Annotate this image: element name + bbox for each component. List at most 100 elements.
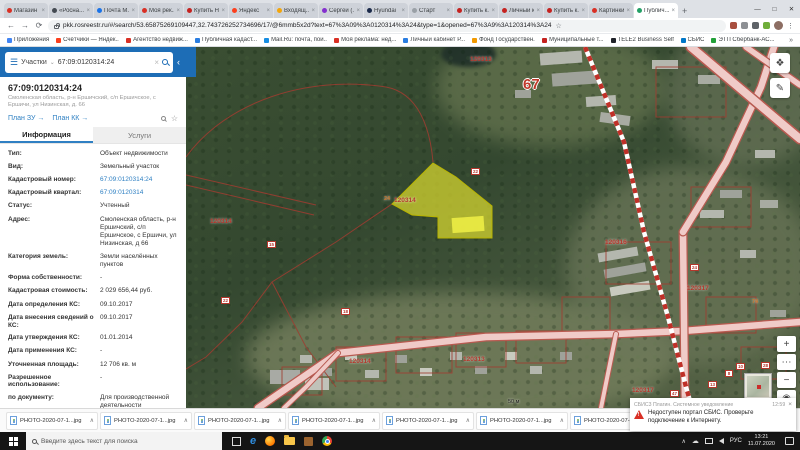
- extension-icon[interactable]: [730, 22, 737, 29]
- chevron-up-icon[interactable]: ∧: [90, 417, 94, 424]
- display-icon[interactable]: [705, 438, 713, 444]
- tab-close-icon[interactable]: ×: [311, 8, 315, 14]
- close-button[interactable]: ✕: [783, 5, 800, 13]
- taskbar-search[interactable]: Введите здесь текст для поиска: [26, 432, 222, 450]
- zoom-more-button[interactable]: ⋯: [777, 354, 796, 370]
- tab-close-icon[interactable]: ×: [446, 8, 450, 14]
- tab-close-icon[interactable]: ×: [266, 8, 270, 14]
- map-tools-button[interactable]: ❖: [770, 53, 790, 73]
- minimize-button[interactable]: —: [749, 6, 766, 13]
- browser-tab[interactable]: «Росна... ×: [49, 3, 93, 18]
- measure-button[interactable]: ✎: [770, 78, 790, 98]
- clear-search-icon[interactable]: ×: [154, 58, 159, 67]
- browser-tab[interactable]: Входящ... ×: [274, 3, 318, 18]
- browser-tab[interactable]: Публич... ×: [634, 3, 678, 18]
- speaker-icon[interactable]: [719, 438, 724, 444]
- panel-tab[interactable]: Информация: [0, 127, 93, 143]
- browser-tab[interactable]: Купить к... ×: [544, 3, 588, 18]
- bookmark-item[interactable]: ЭТП Сбербанк-АС...: [711, 37, 774, 43]
- chrome-icon[interactable]: [322, 436, 332, 446]
- tab-close-icon[interactable]: ×: [176, 8, 180, 14]
- tab-close-icon[interactable]: ×: [131, 8, 135, 14]
- browser-tab[interactable]: Старт ×: [409, 3, 453, 18]
- bookmark-item[interactable]: Фонд Государствен...: [472, 37, 535, 43]
- tab-close-icon[interactable]: ×: [671, 8, 675, 14]
- tab-close-icon[interactable]: ×: [86, 8, 90, 14]
- bookmark-item[interactable]: Публичная кадаст...: [195, 37, 257, 43]
- bookmarks-overflow-icon[interactable]: »: [789, 37, 793, 44]
- bookmark-item[interactable]: Личный кабинет Р...: [403, 37, 465, 43]
- bookmark-item[interactable]: Приложения: [7, 37, 49, 43]
- tab-close-icon[interactable]: ×: [491, 8, 495, 14]
- bookmark-item[interactable]: Счётчики — Яндек...: [56, 37, 119, 43]
- forward-button[interactable]: →: [20, 21, 30, 30]
- task-view-icon[interactable]: [232, 437, 241, 446]
- search-icon[interactable]: [162, 59, 168, 65]
- map-canvas[interactable]: 67 120313 24 120314 120314 120314 120313…: [186, 47, 800, 408]
- browser-tab[interactable]: Личный к... ×: [499, 3, 543, 18]
- tab-close-icon[interactable]: ×: [626, 8, 630, 14]
- start-button[interactable]: [0, 432, 26, 450]
- new-tab-button[interactable]: +: [682, 6, 687, 18]
- tray-chevron-icon[interactable]: ∧: [681, 438, 685, 445]
- notification-popup[interactable]: СБИС3 Плагин. Системное уведомление 12:5…: [630, 398, 796, 431]
- search-box[interactable]: ☰ Участки ⌄ 67:09:0120314:24 ×: [5, 52, 173, 73]
- browser-tab[interactable]: Сергей (... ×: [319, 3, 363, 18]
- collapse-panel-icon[interactable]: ‹: [177, 57, 180, 67]
- profile-avatar[interactable]: [774, 21, 783, 30]
- bookmark-item[interactable]: TELE2 Business Self...: [611, 37, 674, 43]
- browser-tab[interactable]: Яндекс ×: [229, 3, 273, 18]
- menu-icon[interactable]: ☰: [10, 57, 18, 68]
- bookmark-item[interactable]: Агентство недвиж...: [126, 37, 188, 43]
- action-center-icon[interactable]: [785, 437, 794, 445]
- firefox-icon[interactable]: [265, 436, 275, 446]
- plan-link[interactable]: План КК →: [52, 115, 88, 122]
- download-chip[interactable]: PHOTO-2020-07-1...jpg ∧: [476, 412, 568, 430]
- extension-icon[interactable]: [752, 22, 759, 29]
- chevron-up-icon[interactable]: ∧: [372, 417, 376, 424]
- search-category-select[interactable]: Участки: [21, 59, 47, 66]
- browser-menu-icon[interactable]: ⋮: [787, 22, 794, 30]
- tab-close-icon[interactable]: ×: [356, 8, 360, 14]
- extension-icon[interactable]: [741, 22, 748, 29]
- store-icon[interactable]: [304, 437, 313, 446]
- tab-close-icon[interactable]: ×: [581, 8, 585, 14]
- overview-minimap[interactable]: [744, 373, 772, 400]
- zoom-to-parcel-icon[interactable]: [161, 116, 166, 121]
- extension-icon[interactable]: [763, 22, 770, 29]
- download-chip[interactable]: PHOTO-2020-07-1...jpg ∧: [100, 412, 192, 430]
- chevron-up-icon[interactable]: ∧: [278, 417, 282, 424]
- chevron-up-icon[interactable]: ∧: [184, 417, 188, 424]
- file-explorer-icon[interactable]: [284, 437, 295, 445]
- browser-tab[interactable]: Почта М... ×: [94, 3, 138, 18]
- language-indicator[interactable]: РУС: [730, 438, 742, 444]
- browser-tab[interactable]: Картинки ×: [589, 3, 633, 18]
- tab-close-icon[interactable]: ×: [221, 8, 225, 14]
- favorite-star-icon[interactable]: ☆: [171, 114, 178, 123]
- download-chip[interactable]: PHOTO-2020-07-1...jpg ∧: [194, 412, 286, 430]
- panel-tab[interactable]: Услуги: [93, 127, 186, 143]
- url-box[interactable]: pkk.rosreestr.ru/#/search/53.65875269109…: [48, 20, 726, 32]
- chevron-up-icon[interactable]: ∧: [560, 417, 564, 424]
- browser-tab[interactable]: Купить к... ×: [454, 3, 498, 18]
- download-chip[interactable]: PHOTO-2020-07-1...jpg ∧: [382, 412, 474, 430]
- tab-close-icon[interactable]: ×: [41, 8, 45, 14]
- chevron-up-icon[interactable]: ∧: [466, 417, 470, 424]
- back-button[interactable]: ←: [6, 21, 16, 30]
- zoom-in-button[interactable]: +: [777, 336, 796, 352]
- browser-tab[interactable]: Hyundai ×: [364, 3, 408, 18]
- zoom-out-button[interactable]: −: [777, 372, 796, 388]
- reload-button[interactable]: ⟳: [34, 21, 44, 30]
- bookmark-star-icon[interactable]: ☆: [556, 22, 562, 30]
- plan-link[interactable]: План ЗУ →: [8, 115, 44, 122]
- close-icon[interactable]: ×: [788, 401, 792, 408]
- bookmark-item[interactable]: Моя реклама: нед...: [334, 37, 396, 43]
- download-chip[interactable]: PHOTO-2020-07-1...jpg ∧: [288, 412, 380, 430]
- browser-tab[interactable]: Моя рек... ×: [139, 3, 183, 18]
- onedrive-cloud-icon[interactable]: ☁: [692, 437, 699, 445]
- clock[interactable]: 13:21 11.07.2020: [748, 434, 775, 447]
- tab-close-icon[interactable]: ×: [536, 8, 540, 14]
- bookmark-item[interactable]: Муниципальные т...: [542, 37, 603, 43]
- search-input[interactable]: 67:09:0120314:24: [58, 59, 152, 66]
- edge-icon[interactable]: e: [250, 436, 256, 447]
